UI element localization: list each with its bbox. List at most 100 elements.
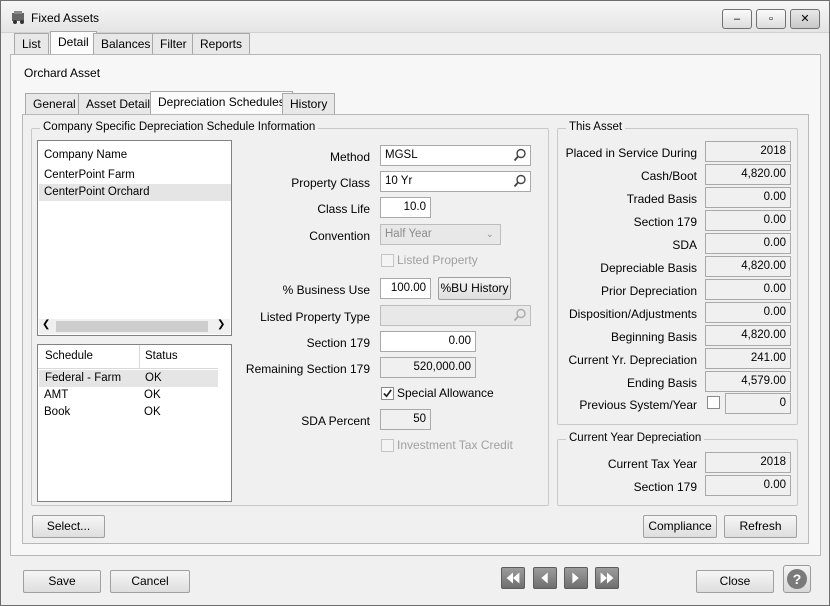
class-life-label: Class Life <box>317 202 370 216</box>
investment-tax-credit-checkbox[interactable] <box>381 439 394 452</box>
close-button[interactable]: Close <box>696 570 774 593</box>
this-asset-value: 2018 <box>705 141 791 162</box>
schedule-list-header: Schedule Status <box>38 345 218 369</box>
close-window-button[interactable]: ✕ <box>790 9 820 29</box>
this-asset-value: 4,820.00 <box>705 325 791 346</box>
tab-list[interactable]: List <box>14 33 49 55</box>
this-asset-label: Prior Depreciation <box>600 284 697 298</box>
this-asset-value: 0.00 <box>705 279 791 300</box>
remaining-section179-field: 520,000.00 <box>380 357 476 378</box>
this-asset-value: 0.00 <box>705 210 791 231</box>
company-group-title: Company Specific Depreciation Schedule I… <box>40 121 319 133</box>
previous-system-year-field: 0 <box>725 393 791 414</box>
remaining-section179-label: Remaining Section 179 <box>245 362 370 376</box>
tab-filter[interactable]: Filter <box>152 33 195 55</box>
schedule-status: OK <box>145 372 162 384</box>
window-title: Fixed Assets <box>31 11 100 25</box>
refresh-button[interactable]: Refresh <box>724 515 797 538</box>
previous-record-icon <box>541 572 548 584</box>
minimize-button[interactable]: – <box>722 9 752 29</box>
table-row[interactable]: AMT OK <box>44 387 217 404</box>
select-button[interactable]: Select... <box>32 515 105 538</box>
convention-label: Convention <box>309 229 370 243</box>
table-row[interactable]: Federal - Farm OK <box>39 370 218 387</box>
method-field[interactable]: MGSL <box>380 145 531 166</box>
compliance-button[interactable]: Compliance <box>643 515 717 538</box>
tab-balances[interactable]: Balances <box>93 33 159 55</box>
property-class-value: 10 Yr <box>385 175 413 187</box>
current-year-label: Current Tax Year <box>607 457 697 471</box>
company-list: Company Name CenterPoint Farm CenterPoin… <box>37 140 232 336</box>
previous-system-label: Previous System/Year <box>579 398 697 412</box>
title-bar: Fixed Assets – ▫ ✕ <box>1 1 829 33</box>
previous-system-checkbox[interactable] <box>707 396 720 409</box>
next-record-button[interactable] <box>564 567 588 589</box>
this-asset-label: Ending Basis <box>626 376 697 390</box>
schedule-name: AMT <box>44 389 69 401</box>
this-asset-label: Disposition/Adjustments <box>568 307 697 321</box>
section179-field[interactable]: 0.00 <box>380 331 476 352</box>
listed-property-label: Listed Property <box>397 253 478 267</box>
property-class-label: Property Class <box>291 176 370 190</box>
help-button[interactable]: ? <box>783 565 811 593</box>
method-label: Method <box>329 150 370 164</box>
previous-record-button[interactable] <box>533 567 557 589</box>
tab-depreciation-schedules[interactable]: Depreciation Schedules <box>150 91 293 115</box>
this-asset-value: 0.00 <box>705 187 791 208</box>
method-value: MGSL <box>385 149 418 161</box>
business-use-field[interactable]: 100.00 <box>380 278 431 299</box>
save-button[interactable]: Save <box>23 570 101 593</box>
search-icon[interactable] <box>513 148 527 162</box>
schedule-status: OK <box>144 406 161 418</box>
this-asset-label: Cash/Boot <box>640 169 697 183</box>
this-asset-label: Beginning Basis <box>610 330 697 344</box>
business-use-label: % Business Use <box>282 283 370 297</box>
list-item[interactable]: CenterPoint Farm <box>44 167 226 184</box>
current-year-value: 0.00 <box>705 475 791 496</box>
schedule-header: Schedule <box>45 350 93 362</box>
search-icon[interactable] <box>513 174 527 188</box>
this-asset-label: Current Yr. Depreciation <box>568 353 697 367</box>
this-asset-value: 0.00 <box>705 233 791 254</box>
sda-percent-field[interactable]: 50 <box>380 409 431 430</box>
first-record-button[interactable] <box>501 567 525 589</box>
tab-reports[interactable]: Reports <box>192 33 251 55</box>
next-record-icon <box>572 572 579 584</box>
table-row[interactable]: Book OK <box>44 404 217 421</box>
property-class-field[interactable]: 10 Yr <box>380 171 531 192</box>
tab-detail[interactable]: Detail <box>50 31 97 55</box>
this-asset-label: Section 179 <box>633 215 697 229</box>
cancel-button[interactable]: Cancel <box>110 570 190 593</box>
tab-general[interactable]: General <box>25 93 84 115</box>
scroll-right-icon[interactable]: ❯ <box>217 319 225 330</box>
last-record-button[interactable] <box>595 567 619 589</box>
scroll-left-icon[interactable]: ❮ <box>42 319 50 330</box>
this-asset-label: Traded Basis <box>626 192 697 206</box>
list-item-selected[interactable]: CenterPoint Orchard <box>39 184 231 201</box>
chevron-down-icon[interactable]: ⌄ <box>486 225 494 244</box>
tab-history[interactable]: History <box>282 93 336 115</box>
current-year-value: 2018 <box>705 452 791 473</box>
maximize-button[interactable]: ▫ <box>756 9 786 29</box>
first-record-icon <box>506 572 520 584</box>
help-icon: ? <box>787 569 807 589</box>
this-asset-title: This Asset <box>566 121 626 133</box>
checkmark-icon <box>383 389 392 398</box>
listed-property-checkbox[interactable] <box>381 254 394 267</box>
sda-percent-label: SDA Percent <box>301 414 370 428</box>
this-asset-label: Depreciable Basis <box>600 261 697 275</box>
class-life-field[interactable]: 10.0 <box>380 197 431 218</box>
horizontal-scrollbar[interactable]: ❮ ❯ <box>39 319 230 334</box>
schedule-name: Book <box>44 406 71 418</box>
scrollbar-thumb[interactable] <box>56 321 208 332</box>
special-allowance-checkbox[interactable] <box>381 387 394 400</box>
search-icon[interactable] <box>513 308 527 322</box>
bu-history-button[interactable]: %BU History <box>438 277 511 300</box>
schedule-status: OK <box>144 389 161 401</box>
listed-property-type-field[interactable] <box>380 305 531 326</box>
tab-asset-detail[interactable]: Asset Detail <box>78 93 159 115</box>
last-record-icon <box>600 572 614 584</box>
asset-name: Orchard Asset <box>24 66 101 80</box>
this-asset-label: SDA <box>672 238 697 252</box>
convention-select[interactable]: Half Year ⌄ <box>380 224 501 245</box>
